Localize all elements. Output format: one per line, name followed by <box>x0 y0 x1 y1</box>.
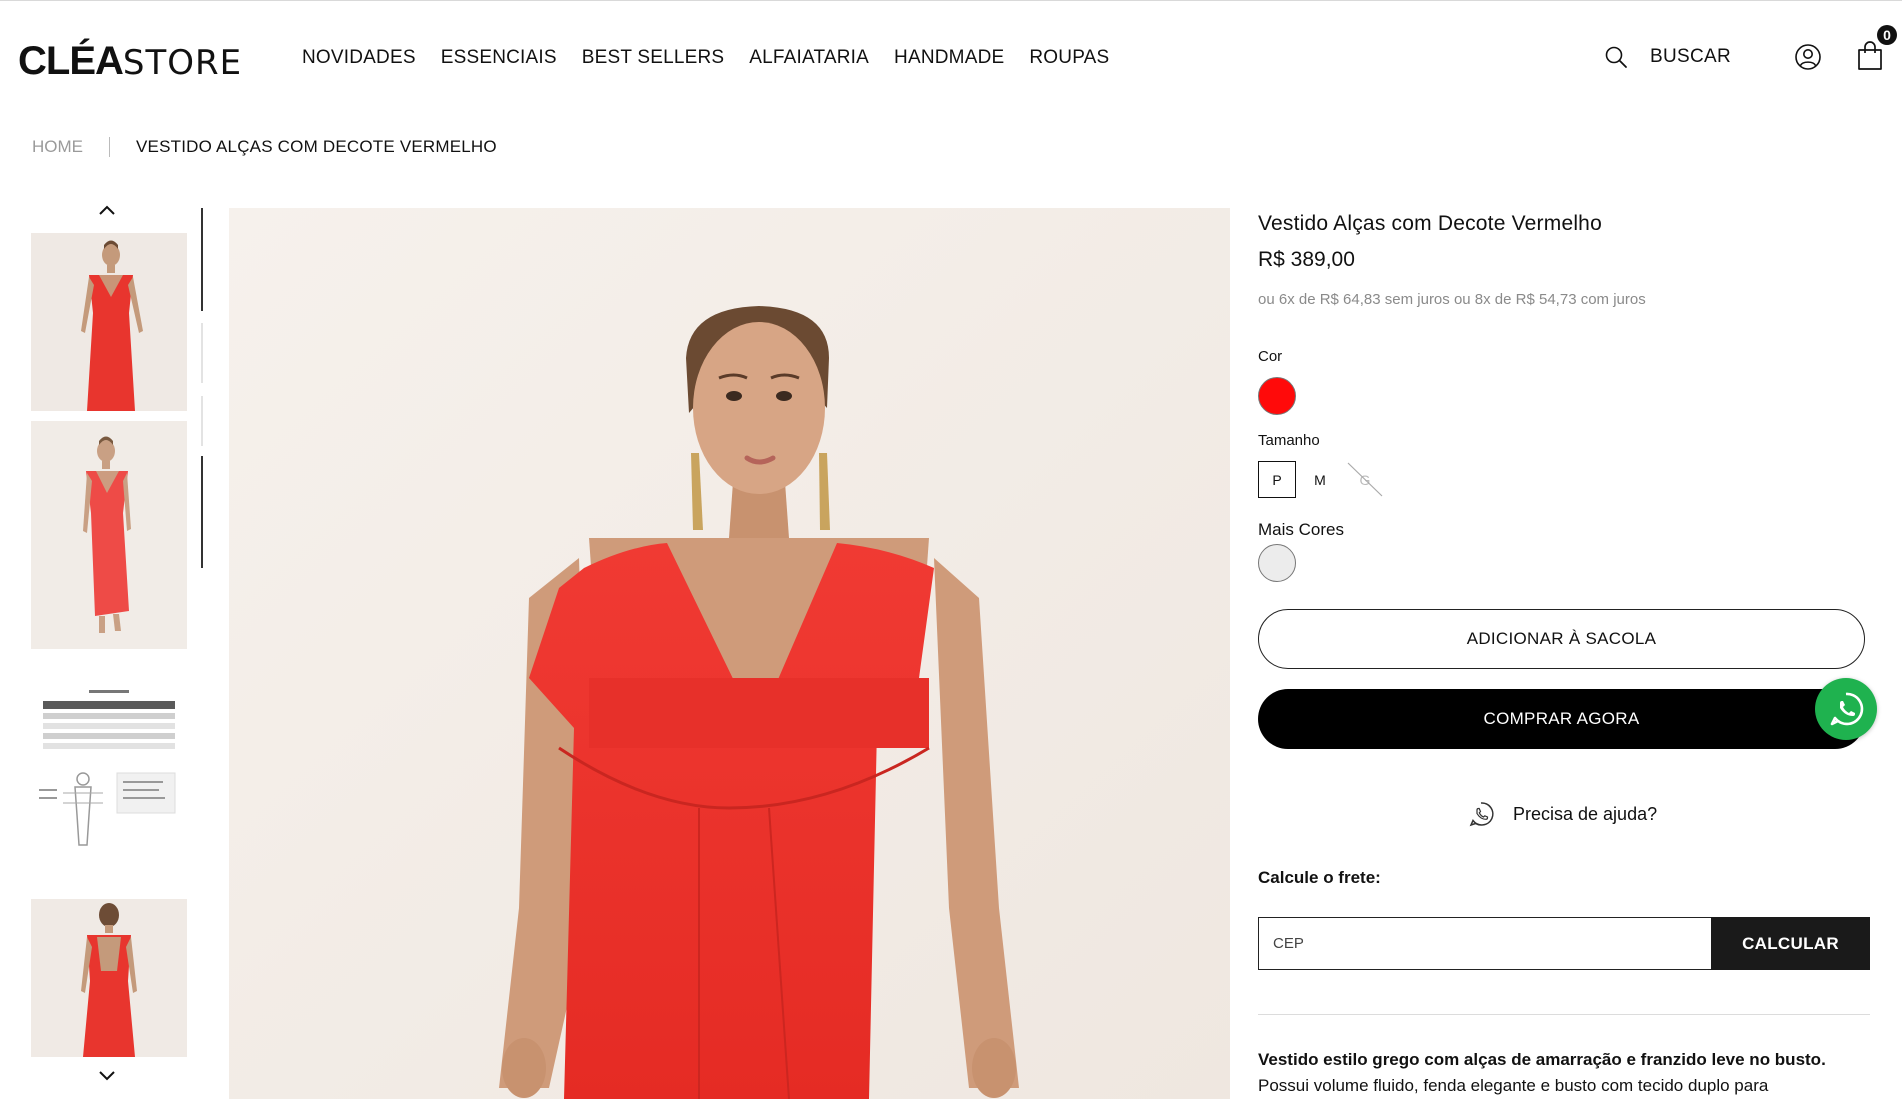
installments-info: ou 6x de R$ 64,83 sem juros ou 8x de R$ … <box>1258 291 1646 308</box>
whatsapp-icon <box>1830 692 1864 726</box>
nav-item-alfaiataria[interactable]: ALFAIATARIA <box>749 47 869 69</box>
product-title: Vestido Alças com Decote Vermelho <box>1258 212 1602 235</box>
unavailable-slash-icon <box>1347 462 1383 497</box>
add-to-bag-button[interactable]: ADICIONAR À SACOLA <box>1258 609 1865 669</box>
search-icon <box>1605 46 1627 68</box>
cep-input[interactable] <box>1258 917 1711 970</box>
nav-item-essenciais[interactable]: ESSENCIAIS <box>441 47 557 69</box>
scroll-segment-active <box>201 456 203 568</box>
thumbnail-back[interactable] <box>31 899 187 1057</box>
size-option-m[interactable]: M <box>1301 461 1339 498</box>
nav-item-best-sellers[interactable]: BEST SELLERS <box>582 47 725 69</box>
product-price: R$ 389,00 <box>1258 248 1355 271</box>
color-swatch-off-white[interactable] <box>1258 544 1296 582</box>
main-nav: NOVIDADES ESSENCIAIS BEST SELLERS ALFAIA… <box>302 47 1134 69</box>
color-swatch-red[interactable] <box>1258 377 1296 415</box>
description-headline: Vestido estilo grego com alças de amarra… <box>1258 1050 1826 1069</box>
nav-item-roupas[interactable]: ROUPAS <box>1029 47 1109 69</box>
thumbnail-side-image <box>31 421 187 649</box>
breadcrumb-separator <box>109 137 110 157</box>
thumbnail-side[interactable] <box>31 421 187 649</box>
dress-photo <box>229 208 1230 1099</box>
help-label: Precisa de ajuda? <box>1513 803 1658 824</box>
thumbnail-front-image <box>31 233 187 411</box>
nav-item-novidades[interactable]: NOVIDADES <box>302 47 416 69</box>
logo-bold-text: CLÉA <box>18 39 124 83</box>
size-label: Tamanho <box>1258 432 1320 449</box>
cart-count-badge: 0 <box>1877 25 1897 45</box>
logo-light-text: STORE <box>122 43 243 83</box>
whatsapp-float-button[interactable] <box>1815 678 1877 740</box>
description-text: Possui volume fluido, fenda elegante e b… <box>1258 1076 1769 1095</box>
size-option-g-unavailable[interactable]: G <box>1346 461 1384 498</box>
thumbnail-size-chart-image <box>31 675 187 875</box>
scroll-segment <box>201 396 203 446</box>
size-option-p[interactable]: P <box>1258 461 1296 498</box>
section-divider <box>1258 1014 1870 1015</box>
nav-item-handmade[interactable]: HANDMADE <box>894 47 1004 69</box>
store-logo[interactable]: CLÉASTORE <box>18 39 242 84</box>
whatsapp-outline-icon <box>1469 802 1494 827</box>
breadcrumb-current: VESTIDO ALÇAS COM DECOTE VERMELHO <box>136 137 497 156</box>
color-label: Cor <box>1258 348 1283 365</box>
thumbnail-size-chart[interactable] <box>31 675 187 875</box>
chevron-up-icon[interactable] <box>94 200 120 220</box>
size-option-m-label: M <box>1314 471 1326 488</box>
thumbnail-back-image <box>31 899 187 1057</box>
thumbnail-front[interactable] <box>31 233 187 411</box>
calculate-shipping-button[interactable]: CALCULAR <box>1711 917 1870 970</box>
more-colors-label: Mais Cores <box>1258 520 1344 539</box>
breadcrumb-home-link[interactable]: HOME <box>32 137 83 157</box>
site-header: CLÉASTORE NOVIDADES ESSENCIAIS BEST SELL… <box>0 1 1902 111</box>
scroll-segment-active <box>201 208 203 311</box>
size-option-p-label: P <box>1272 471 1282 488</box>
thumbnail-scroll-indicator <box>201 208 203 568</box>
buy-now-button[interactable]: COMPRAR AGORA <box>1258 689 1865 749</box>
scroll-segment <box>201 323 203 383</box>
shipping-label: Calcule o frete: <box>1258 868 1381 887</box>
help-link[interactable]: Precisa de ajuda? <box>1468 801 1657 827</box>
search-label: BUSCAR <box>1650 46 1731 67</box>
main-product-image[interactable] <box>229 208 1230 1099</box>
account-icon[interactable] <box>1794 43 1822 71</box>
chevron-down-icon[interactable] <box>94 1066 120 1086</box>
shopping-bag-icon[interactable] <box>1856 41 1884 71</box>
search-button[interactable]: BUSCAR <box>1604 45 1731 69</box>
breadcrumb: HOME VESTIDO ALÇAS COM DECOTE VERMELHO <box>32 137 497 157</box>
